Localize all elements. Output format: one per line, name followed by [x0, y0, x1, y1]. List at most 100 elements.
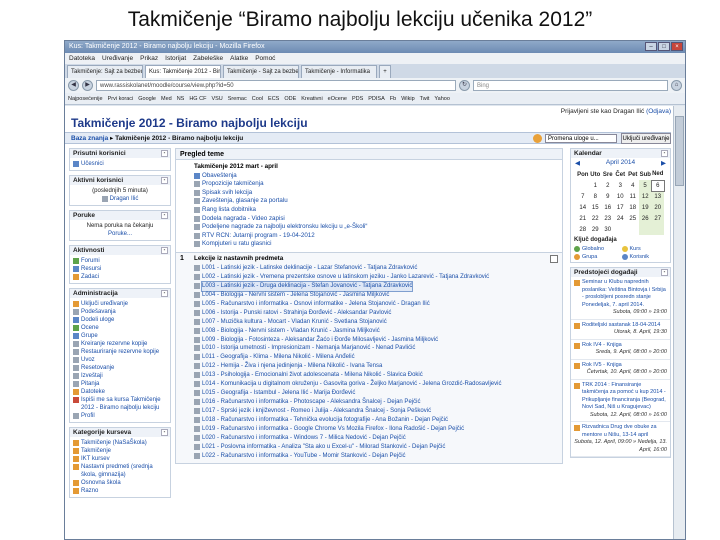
lesson-link[interactable]: L005 - Računarstvo i informatika - Osnov… [202, 300, 430, 309]
section-0-item[interactable]: RTV RCN: Jutarnji program - 19-04-2012 [202, 232, 315, 241]
collapse-icon[interactable]: - [161, 290, 168, 297]
forward-icon[interactable]: ▶ [82, 80, 93, 91]
calendar-day[interactable] [651, 224, 664, 235]
lesson-link[interactable]: L001 - Latinski jezik - Latinske deklina… [202, 264, 417, 273]
messages-link[interactable]: Poruke... [108, 231, 132, 237]
event-link[interactable]: Rizvadnica Drug dve obuke za mentore u N… [582, 424, 667, 439]
calendar-day[interactable]: 9 [602, 191, 615, 202]
calendar-day[interactable]: 27 [651, 213, 664, 224]
section-0-item[interactable]: Obaveštenja [202, 172, 237, 181]
bookmark-item[interactable]: Yahoo [434, 93, 450, 104]
calendar-day[interactable]: 10 [614, 191, 627, 202]
calendar-day[interactable]: 26 [639, 213, 652, 224]
bookmark-item[interactable]: Cool [252, 93, 263, 104]
reload-icon[interactable]: ↻ [459, 80, 470, 91]
calendar-day[interactable]: 21 [577, 213, 590, 224]
lesson-link[interactable]: L007 - Muzička kultura - Mocart - Vladan… [202, 318, 387, 327]
scrollbar-thumb[interactable] [675, 116, 684, 186]
calendar-day[interactable]: 8 [589, 191, 602, 202]
section-0-item[interactable]: Zaveštenja, glasanje za portalu [202, 197, 288, 206]
calendar-day[interactable]: 14 [577, 202, 590, 213]
legend-item[interactable]: Kurs [630, 246, 641, 252]
browser-tab-active[interactable]: Kus: Takmičenje 2012 - Biramo najbolju..… [145, 65, 221, 78]
lesson-link[interactable]: L014 - Komunikacija u digitalnom okružen… [202, 380, 501, 389]
lesson-link[interactable]: L002 - Latinski jezik - Vremena prezents… [202, 273, 489, 282]
collapse-icon[interactable]: - [161, 429, 168, 436]
calendar-day[interactable]: 23 [602, 213, 615, 224]
calendar-day[interactable]: 7 [577, 191, 590, 202]
calendar-day-today[interactable]: 6 [651, 179, 665, 192]
section-0-item[interactable]: Podeljene nagrade za najbolju elektronsk… [202, 223, 367, 232]
menu-bookmarks[interactable]: Zabeleške [193, 53, 223, 64]
category-item[interactable]: Takmičenje (NaSaŠkola) [81, 439, 147, 447]
calendar-day[interactable] [614, 224, 627, 235]
bookmark-item[interactable]: Twit [420, 93, 430, 104]
prev-month-icon[interactable]: ◀ [575, 159, 580, 167]
bookmark-item[interactable]: VSU [211, 93, 222, 104]
lesson-link[interactable]: L006 - Istorija - Punski ratovi - Strahi… [202, 309, 391, 318]
calendar-day[interactable]: 19 [639, 202, 652, 213]
lesson-link[interactable]: L015 - Geografija - Istambul - Jelena Il… [202, 389, 355, 398]
admin-item[interactable]: Uključi uređivanje [81, 300, 128, 308]
lesson-link[interactable]: L018 - Računarstvo i informatika - Tehni… [202, 416, 448, 425]
bookmark-item[interactable]: Med [161, 93, 172, 104]
category-item[interactable]: Nastavni predmeti (srednja škola, gimnaz… [81, 463, 167, 479]
section-0-item[interactable]: Rang lista dobitnika [202, 206, 256, 215]
lesson-link[interactable]: L022 - Računarstvo i informatika - YouTu… [202, 452, 406, 461]
calendar-day[interactable]: 4 [627, 180, 640, 191]
calendar-day[interactable]: 16 [602, 202, 615, 213]
active-user-link[interactable]: Dragan Ilić [110, 195, 139, 203]
browser-tab[interactable]: Takmičenje: Sajt za bezbedan internet: U… [67, 65, 143, 78]
minimize-icon[interactable]: – [645, 42, 657, 51]
calendar-day[interactable] [639, 224, 652, 235]
maximize-icon[interactable]: □ [658, 42, 670, 51]
participants-link[interactable]: Učesnici [81, 160, 104, 168]
admin-item[interactable]: Pitanja [81, 380, 99, 388]
lesson-link-selected[interactable]: L003 - Latinski jezik - Druga deklinacij… [200, 280, 414, 292]
calendar-day[interactable]: 5 [639, 180, 652, 191]
calendar-day[interactable] [627, 224, 640, 235]
lesson-link[interactable]: L021 - Poslovna informatika - Analiza "S… [202, 443, 445, 452]
section-0-item[interactable]: Propozicije takmičenja [202, 180, 264, 189]
calendar-day[interactable]: 30 [602, 224, 615, 235]
category-item[interactable]: Osnovna škola [81, 479, 121, 487]
calendar-day[interactable]: 22 [589, 213, 602, 224]
lesson-link[interactable]: L010 - Istorija umetnosti - Impresioniza… [202, 344, 415, 353]
notification-icon[interactable] [533, 134, 542, 143]
menu-help[interactable]: Pomoć [255, 53, 275, 64]
back-icon[interactable]: ◀ [68, 80, 79, 91]
edit-mode-button[interactable]: Uključi uređivanje [621, 133, 671, 144]
browser-tab[interactable]: Takmičenje - Informatika [301, 65, 377, 78]
admin-item[interactable]: Ocene [81, 324, 99, 332]
collapse-icon[interactable]: - [161, 177, 168, 184]
lesson-link[interactable]: L020 - Računarstvo i informatika - Windo… [202, 434, 406, 443]
bookmark-item[interactable]: Prvi koraci [108, 93, 134, 104]
menu-history[interactable]: Istorijat [165, 53, 186, 64]
next-month-icon[interactable]: ▶ [661, 159, 666, 167]
admin-item[interactable]: Datoteke [81, 388, 105, 396]
admin-item[interactable]: Grupe [81, 332, 98, 340]
collapse-icon[interactable]: - [161, 212, 168, 219]
logout-link[interactable]: (Odjava) [646, 108, 671, 115]
calendar-day[interactable]: 1 [589, 180, 602, 191]
bookmark-item[interactable]: Kreativni [301, 93, 322, 104]
search-input[interactable]: Bing [473, 80, 668, 91]
calendar-day[interactable]: 11 [627, 191, 640, 202]
menu-view[interactable]: Prikaz [140, 53, 158, 64]
bookmark-item[interactable]: ODE [284, 93, 296, 104]
calendar-day[interactable]: 25 [627, 213, 640, 224]
calendar-day[interactable]: 13 [651, 191, 664, 202]
admin-item[interactable]: Restauriranje rezervne kopije [81, 348, 159, 356]
category-item[interactable]: Takmičenje [81, 447, 111, 455]
menu-file[interactable]: Datoteka [69, 53, 95, 64]
calendar-day[interactable] [577, 180, 590, 191]
collapse-icon[interactable]: - [661, 150, 668, 157]
lesson-link[interactable]: L009 - Biologija - Fotosinteza - Aleksan… [202, 336, 438, 345]
admin-item[interactable]: Kreiranje rezervne kopije [81, 340, 147, 348]
event-link[interactable]: Seminar u Klubu naprednih poslanika: Veš… [582, 279, 667, 309]
new-tab-button[interactable]: + [379, 65, 391, 78]
category-item[interactable]: Razno [81, 487, 98, 495]
home-icon[interactable]: ⌂ [671, 80, 682, 91]
calendar-day[interactable]: 20 [651, 202, 664, 213]
section-0-item[interactable]: Spisak svih lekcija [202, 189, 252, 198]
